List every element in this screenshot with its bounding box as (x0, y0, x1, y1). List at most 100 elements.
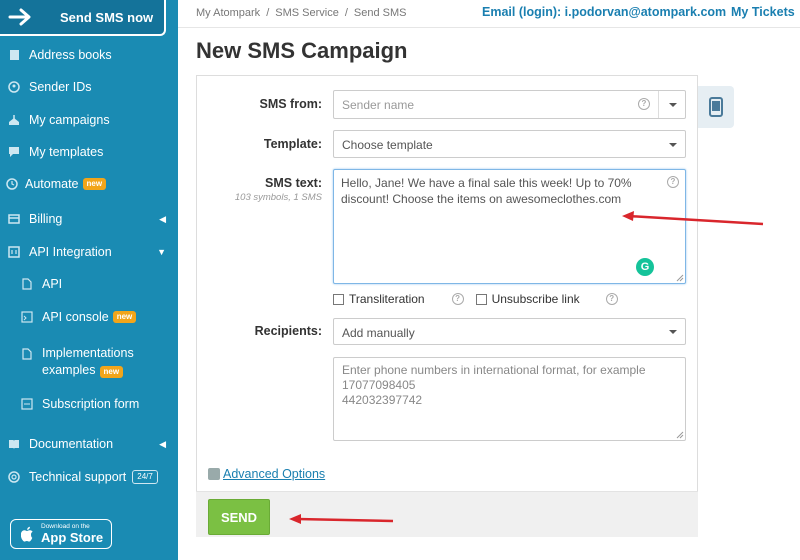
page-title: New SMS Campaign (196, 38, 408, 63)
sms-text-value: Hello, Jane! We have a final sale this w… (341, 176, 632, 206)
sidebar-item-label: My campaigns (29, 113, 110, 127)
recipients-select[interactable]: Add manually (333, 318, 686, 345)
form-icon (20, 397, 34, 411)
template-select-value: Choose template (342, 138, 433, 152)
document-icon (20, 347, 34, 361)
sidebar-item-address-books[interactable]: Address books (0, 48, 178, 62)
id-icon (7, 80, 21, 94)
options-row: Transliteration ? Unsubscribe link ? (333, 291, 693, 307)
sms-text-counter: 103 symbols, 1 SMS (234, 192, 322, 203)
form-footer (196, 491, 698, 537)
sidebar-item-my-campaigns[interactable]: My campaigns (0, 113, 178, 127)
send-sms-now-button[interactable]: Send SMS now (0, 0, 166, 36)
phone-numbers-textarea[interactable]: Enter phone numbers in international for… (333, 357, 686, 441)
phone-numbers-placeholder-line: 17077098405 (342, 378, 416, 392)
sidebar-item-implementations-examples[interactable]: Implementations examples new (0, 345, 178, 379)
send-button[interactable]: SEND (208, 499, 270, 535)
annotation-arrow-icon (289, 514, 394, 524)
sender-name-placeholder: Sender name (342, 98, 415, 112)
sidebar-item-automate[interactable]: Automate new (0, 177, 178, 191)
phone-numbers-placeholder-line: Enter phone numbers in international for… (342, 363, 646, 377)
sidebar-item-label: Address books (29, 48, 112, 62)
sidebar-item-label: Technical support (29, 470, 127, 484)
billing-icon (7, 212, 21, 226)
sidebar-item-label: Implementations (42, 346, 134, 360)
book-icon (7, 437, 21, 451)
sidebar-item-documentation[interactable]: Documentation ◀ (0, 437, 178, 451)
sidebar-item-subscription-form[interactable]: Subscription form (0, 397, 178, 411)
sidebar-item-api[interactable]: API (0, 277, 178, 291)
app-store-button[interactable]: Download on the App Store (10, 519, 112, 549)
divider (658, 91, 659, 118)
sidebar-item-label: Billing (29, 212, 63, 226)
chevron-down-icon[interactable] (669, 103, 677, 107)
template-select[interactable]: Choose template (333, 130, 686, 158)
send-sms-now-label: Send SMS now (60, 9, 154, 25)
examples-text: examples (42, 363, 96, 377)
my-tickets-link[interactable]: My Tickets (731, 5, 795, 19)
phone-preview-tab[interactable] (698, 86, 734, 128)
sidebar-item-label: Subscription form (42, 397, 140, 411)
breadcrumb-my-atompark[interactable]: My Atompark (196, 7, 260, 19)
sidebar-item-technical-support[interactable]: Technical support 24/7 (0, 470, 178, 484)
chevron-down-icon (669, 330, 677, 334)
sidebar-item-billing[interactable]: Billing ◀ (0, 212, 178, 226)
help-icon[interactable]: ? (451, 293, 464, 305)
apple-icon (17, 526, 39, 542)
sidebar-item-label: Sender IDs (29, 80, 92, 94)
transliteration-checkbox[interactable] (333, 293, 344, 305)
arrow-right-icon (0, 3, 42, 31)
campaign-icon (7, 113, 21, 127)
sidebar-item-label: API Integration (29, 245, 112, 259)
book-icon (7, 48, 21, 62)
unsubscribe-link-checkbox[interactable] (475, 293, 487, 305)
sender-name-input[interactable]: Sender name ? (333, 90, 686, 119)
phone-icon (709, 97, 723, 117)
advanced-options-label: Advanced Options (223, 467, 326, 481)
email-login-link[interactable]: Email (login): i.podorvan@atompark.com (482, 5, 726, 19)
breadcrumb-send-sms: Send SMS (353, 7, 407, 19)
breadcrumb-separator: / (266, 7, 270, 19)
template-label: Template: (263, 137, 322, 151)
sidebar-item-label: My templates (29, 145, 104, 159)
settings-icon (208, 468, 220, 480)
app-store-text: Download on the App Store (41, 524, 103, 544)
sms-from-label: SMS from: (259, 97, 323, 111)
caret-left-icon: ◀ (159, 213, 166, 224)
help-icon[interactable]: ? (638, 98, 650, 110)
chevron-down-icon (669, 143, 677, 147)
new-badge: new (112, 311, 137, 323)
template-icon (7, 145, 21, 159)
support-icon (7, 470, 21, 484)
api-icon (7, 245, 21, 259)
implementations-label-group: Implementations examples new (42, 345, 134, 379)
sidebar-item-my-templates[interactable]: My templates (0, 145, 178, 159)
recipients-label: Recipients: (254, 324, 322, 338)
help-icon[interactable]: ? (667, 176, 679, 188)
sidebar-item-label-line2: examples new (42, 362, 134, 379)
sidebar: Send SMS now Address books Sender IDs My… (0, 0, 178, 560)
sidebar-item-label: Automate (25, 177, 79, 191)
app-store-big-text: App Store (41, 529, 104, 545)
new-badge: new (99, 366, 124, 378)
sidebar-item-label: API (42, 277, 63, 291)
support-hours-badge: 24/7 (132, 470, 158, 484)
document-icon (20, 277, 34, 291)
phone-numbers-placeholder-line: 442032397742 (342, 393, 423, 407)
sidebar-item-api-console[interactable]: API console new (0, 310, 178, 324)
sidebar-item-api-integration[interactable]: API Integration ▼ (0, 245, 178, 259)
breadcrumb-separator: / (344, 7, 348, 19)
unsubscribe-link-label: Unsubscribe link (491, 292, 580, 306)
grammarly-icon[interactable]: G (636, 258, 654, 276)
resize-handle-icon[interactable] (676, 274, 684, 282)
help-icon[interactable]: ? (605, 293, 618, 305)
caret-left-icon: ◀ (159, 438, 166, 449)
sidebar-item-sender-ids[interactable]: Sender IDs (0, 80, 178, 94)
new-badge: new (82, 178, 107, 190)
sms-text-label: SMS text: (265, 176, 322, 190)
advanced-options-link[interactable]: Advanced Options (208, 467, 325, 481)
breadcrumb-sms-service[interactable]: SMS Service (275, 7, 339, 19)
resize-handle-icon[interactable] (676, 431, 684, 439)
annotation-arrow-icon (622, 211, 764, 226)
recipients-select-value: Add manually (342, 326, 415, 340)
